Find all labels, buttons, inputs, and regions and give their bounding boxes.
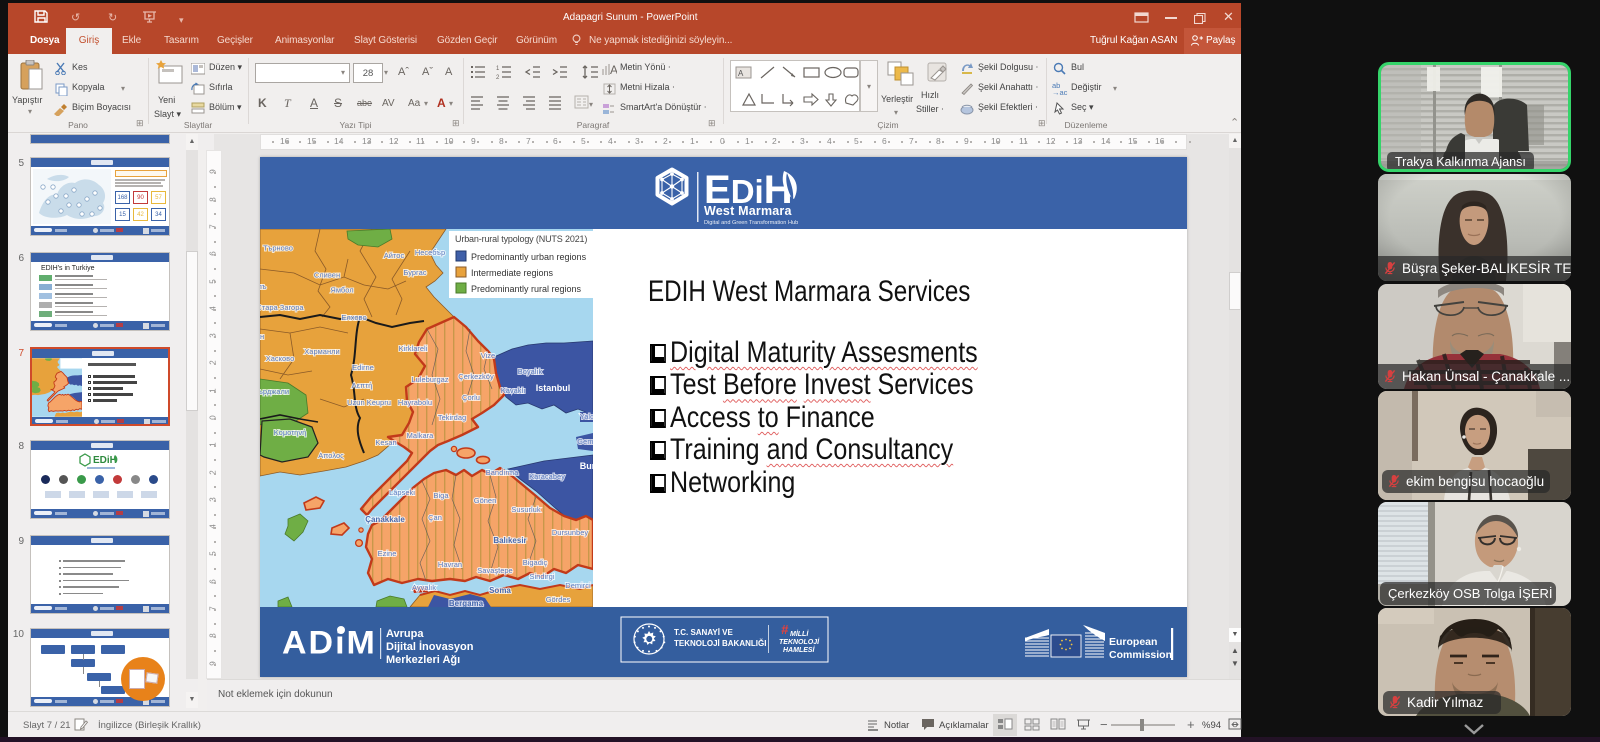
svg-text:Dursunbey: Dursunbey <box>552 528 589 537</box>
svg-text:Hayrabolu: Hayrabolu <box>398 398 432 407</box>
svg-text:Bergama: Bergama <box>449 599 484 607</box>
svg-text:MİLLİ: MİLLİ <box>790 630 809 638</box>
svg-text:Kavaklı: Kavaklı <box>501 386 526 395</box>
svg-text:Intermediate regions: Intermediate regions <box>471 268 554 278</box>
svg-text:Хасково: Хасково <box>266 354 295 363</box>
svg-text:Gemli: Gemli <box>577 437 593 446</box>
svg-text:Edirne: Edirne <box>352 363 374 372</box>
svg-text:European: European <box>1109 636 1157 648</box>
svg-text:A: A <box>610 63 617 76</box>
svg-text:Istanbul: Istanbul <box>536 383 571 393</box>
svg-text:Uzun Keupru: Uzun Keupru <box>347 398 391 407</box>
svg-text:Lâpseki: Lâpseki <box>389 488 415 497</box>
svg-text:Malkara: Malkara <box>407 431 435 440</box>
svg-text:A: A <box>738 69 744 78</box>
svg-text:Havran: Havran <box>438 560 462 569</box>
svg-text:Çan: Çan <box>428 513 442 522</box>
svg-text:Demirci: Demirci <box>565 581 591 590</box>
svg-text:Айтос: Айтос <box>384 251 405 260</box>
svg-text:Gördes: Gördes <box>546 595 571 604</box>
svg-text:ан: ан <box>260 332 264 341</box>
svg-text:лъ: лъ <box>260 282 267 291</box>
svg-text:Елхово: Елхово <box>341 313 366 322</box>
svg-text:Commission: Commission <box>1109 649 1172 661</box>
svg-text:ьрджали: ьрджали <box>260 387 289 396</box>
svg-text:Sindirgi: Sindirgi <box>529 572 554 581</box>
svg-text:Savaştepe: Savaştepe <box>477 566 512 575</box>
svg-text:Susurluk: Susurluk <box>511 505 540 514</box>
svg-text:Харманли: Харманли <box>304 347 339 356</box>
svg-text:▾: ▾ <box>589 100 593 109</box>
svg-text:Κομοτηνή: Κομοτηνή <box>274 428 307 437</box>
svg-text:Çanakkale: Çanakkale <box>365 515 405 524</box>
svg-text:2: 2 <box>496 75 500 80</box>
svg-text:EDiH: EDiH <box>93 455 117 466</box>
svg-text:Luleburgaz: Luleburgaz <box>411 375 448 384</box>
svg-text:T.C. SANAYİ VE: T.C. SANAYİ VE <box>674 628 733 637</box>
svg-text:Merkezleri Ağı: Merkezleri Ağı <box>386 654 460 666</box>
svg-text:Digital and Green Transformati: Digital and Green Transformation Hub <box>704 220 798 225</box>
svg-text:ADiM: ADiM <box>282 625 377 661</box>
svg-text:TEKNOLOJİ: TEKNOLOJİ <box>779 638 820 646</box>
svg-text:Burs: Burs <box>580 461 593 471</box>
svg-text:Απολος: Απολος <box>318 451 344 460</box>
svg-text:#: # <box>781 622 789 637</box>
svg-text:Ezine: Ezine <box>378 549 397 558</box>
svg-text:1: 1 <box>496 66 500 72</box>
svg-text:Soma: Soma <box>489 586 511 595</box>
svg-text:Yalo: Yalo <box>580 412 593 421</box>
svg-text:Avrupa: Avrupa <box>386 628 424 640</box>
svg-text:Tekirdag: Tekirdag <box>438 413 466 422</box>
svg-text:Karacabey: Karacabey <box>529 472 565 481</box>
svg-text:Balıkesir: Balıkesir <box>493 536 526 545</box>
svg-text:Бургас: Бургас <box>403 268 426 277</box>
svg-text:West Marmara: West Marmara <box>704 204 792 218</box>
svg-text:TEKNOLOJİ BAKANLIĞI: TEKNOLOJİ BAKANLIĞI <box>674 639 766 648</box>
svg-text:Ямбол: Ямбол <box>330 286 353 295</box>
svg-text:Vize: Vize <box>481 351 495 360</box>
svg-text:Boyalık: Boyalık <box>518 367 543 376</box>
svg-text:Bigadiç: Bigadiç <box>523 558 548 567</box>
svg-text:Стара Загора: Стара Загора <box>260 303 304 312</box>
svg-text:Çerkezköy: Çerkezköy <box>458 372 494 381</box>
svg-text:Kirklareli: Kirklareli <box>399 344 428 353</box>
svg-text:Predominantly urban regions: Predominantly urban regions <box>471 252 587 262</box>
svg-text:Gönen: Gönen <box>474 496 497 505</box>
svg-text:Çorlu: Çorlu <box>462 393 480 402</box>
svg-text:Biga: Biga <box>433 491 449 500</box>
svg-text:Λεπτή: Λεπτή <box>352 381 373 390</box>
svg-text:Dijital İnovasyon: Dijital İnovasyon <box>386 640 474 653</box>
svg-text:Predominantly rural regions: Predominantly rural regions <box>471 284 582 294</box>
svg-text:Сливен: Сливен <box>314 271 340 280</box>
svg-text:HAMLESİ: HAMLESİ <box>783 646 816 654</box>
svg-text:Търново: Търново <box>263 244 293 253</box>
svg-text:Ayvalık: Ayvalık <box>412 583 436 592</box>
svg-text:Несебър: Несебър <box>415 248 445 257</box>
svg-text:Bandırma: Bandırma <box>486 468 519 477</box>
svg-text:Kesan: Kesan <box>375 438 396 447</box>
svg-text:Urban-rural typology (NUTS 202: Urban-rural typology (NUTS 2021) <box>455 234 587 244</box>
